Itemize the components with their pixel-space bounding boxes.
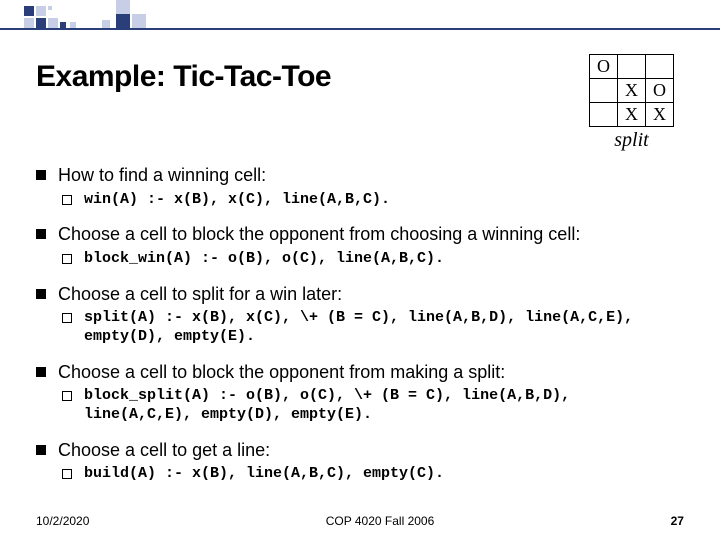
bullet-list: How to find a winning cell: win(A) :- x(… — [36, 164, 684, 484]
header-decoration — [0, 0, 720, 45]
item-code: win(A) :- x(B), x(C), line(A,B,C). — [84, 191, 390, 210]
item-code: build(A) :- x(B), line(A,B,C), empty(C). — [84, 465, 444, 484]
open-square-bullet-icon — [62, 195, 72, 205]
list-item: Choose a cell to split for a win later: … — [36, 283, 684, 347]
ttt-caption: split — [614, 129, 648, 152]
tic-tac-toe-diagram: O X O X X split — [589, 54, 674, 152]
ttt-cell: O — [646, 79, 674, 103]
footer-page: 27 — [671, 514, 684, 528]
open-square-bullet-icon — [62, 391, 72, 401]
item-code: block_split(A) :- o(B), o(C), \+ (B = C)… — [84, 387, 664, 425]
slide-footer: 10/2/2020 COP 4020 Fall 2006 27 — [36, 514, 684, 528]
open-square-bullet-icon — [62, 254, 72, 264]
open-square-bullet-icon — [62, 313, 72, 323]
item-text: Choose a cell to block the opponent from… — [58, 223, 580, 246]
footer-course: COP 4020 Fall 2006 — [326, 514, 435, 528]
item-code: split(A) :- x(B), x(C), \+ (B = C), line… — [84, 309, 664, 347]
item-text: How to find a winning cell: — [58, 164, 266, 187]
slide-title: Example: Tic-Tac-Toe — [36, 60, 331, 94]
ttt-cell: X — [646, 103, 674, 127]
list-item: Choose a cell to block the opponent from… — [36, 223, 684, 268]
square-bullet-icon — [36, 170, 46, 180]
ttt-cell: X — [618, 103, 646, 127]
item-text: Choose a cell to block the opponent from… — [58, 361, 505, 384]
ttt-cell: O — [590, 55, 618, 79]
square-bullet-icon — [36, 289, 46, 299]
ttt-cell — [590, 79, 618, 103]
open-square-bullet-icon — [62, 469, 72, 479]
square-bullet-icon — [36, 229, 46, 239]
list-item: How to find a winning cell: win(A) :- x(… — [36, 164, 684, 209]
ttt-cell — [590, 103, 618, 127]
ttt-cell — [646, 55, 674, 79]
square-bullet-icon — [36, 367, 46, 377]
item-code: block_win(A) :- o(B), o(C), line(A,B,C). — [84, 250, 444, 269]
ttt-cell — [618, 55, 646, 79]
list-item: Choose a cell to block the opponent from… — [36, 361, 684, 425]
square-bullet-icon — [36, 445, 46, 455]
item-text: Choose a cell to get a line: — [58, 439, 270, 462]
item-text: Choose a cell to split for a win later: — [58, 283, 342, 306]
list-item: Choose a cell to get a line: build(A) :-… — [36, 439, 684, 484]
footer-date: 10/2/2020 — [36, 514, 89, 528]
ttt-cell: X — [618, 79, 646, 103]
